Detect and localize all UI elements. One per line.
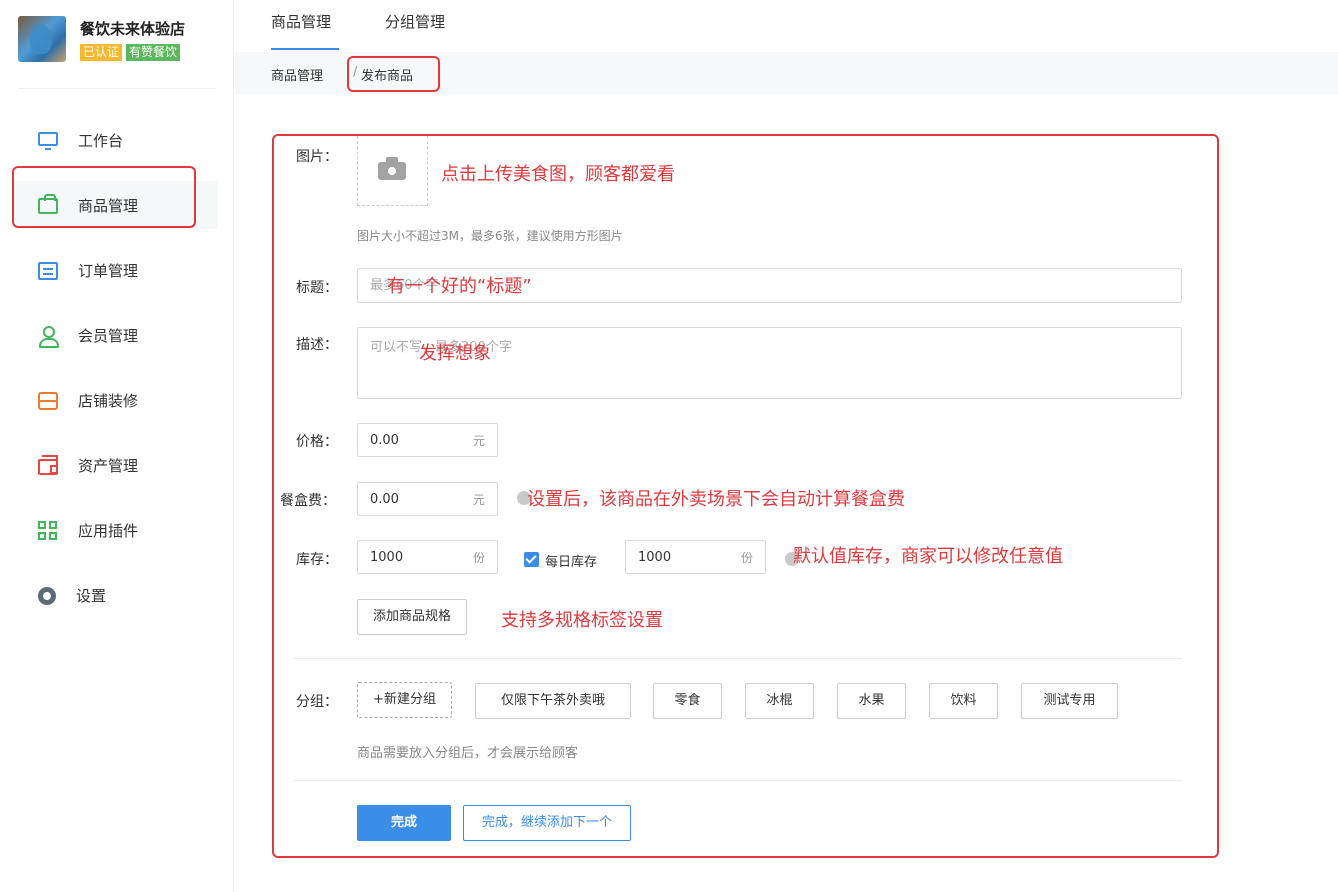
- image-label: 图片：: [296, 149, 338, 165]
- description-note: 发挥想象: [419, 343, 491, 364]
- new-group-button[interactable]: +新建分组: [357, 682, 452, 718]
- sidebar-item-settings[interactable]: 设置: [0, 563, 234, 628]
- sidebar-item-label: 店铺装修: [78, 392, 139, 410]
- stock-value: 1000: [370, 550, 404, 565]
- group-option[interactable]: 零食: [653, 683, 722, 719]
- sidebar-item-label: 资产管理: [78, 457, 139, 475]
- verified-badge: 已认证: [80, 44, 123, 61]
- store-header: 餐饮未来体验店 已认证 有赞餐饮: [18, 14, 218, 74]
- image-note: 点击上传美食图，顾客都爱看: [441, 164, 675, 185]
- daily-stock-unit: 份: [740, 551, 753, 565]
- daily-stock-value: 1000: [638, 550, 672, 565]
- add-spec-button[interactable]: 添加商品规格: [357, 599, 467, 635]
- price-label: 价格：: [296, 434, 338, 450]
- daily-stock-input[interactable]: 1000 份: [625, 540, 766, 574]
- group-option[interactable]: 仅限下午茶外卖哦: [475, 683, 631, 719]
- box-fee-value: 0.00: [370, 492, 399, 507]
- store-badges: 已认证 有赞餐饮: [80, 44, 181, 61]
- sidebar-item-workbench[interactable]: 工作台: [0, 108, 234, 173]
- box-fee-label: 餐盒费：: [280, 493, 336, 509]
- section-divider: [293, 780, 1182, 781]
- group-label: 分组：: [296, 694, 338, 710]
- group-hint: 商品需要放入分组后，才会展示给顾客: [357, 746, 579, 761]
- monitor-icon: [38, 131, 58, 150]
- group-option[interactable]: 饮料: [929, 683, 998, 719]
- stock-unit: 份: [472, 551, 485, 565]
- sidebar-divider: [18, 88, 216, 89]
- daily-stock-label: 每日库存: [545, 555, 598, 570]
- sidebar-item-label: 应用插件: [78, 522, 139, 540]
- store-icon: [38, 391, 58, 410]
- order-list-icon: [38, 261, 58, 280]
- sidebar-item-label: 会员管理: [78, 327, 139, 345]
- sidebar-item-label: 工作台: [78, 132, 124, 150]
- sidebar-item-orders[interactable]: 订单管理: [0, 238, 234, 303]
- title-label: 标题：: [296, 280, 338, 296]
- group-option[interactable]: 水果: [837, 683, 906, 719]
- camera-icon: [378, 157, 406, 180]
- stock-note: 默认值库存，商家可以修改任意值: [793, 546, 1063, 567]
- gear-icon: [36, 584, 58, 607]
- apps-icon: [38, 520, 58, 541]
- breadcrumb-products[interactable]: 商品管理: [271, 65, 323, 84]
- sidebar-item-label: 订单管理: [78, 262, 139, 280]
- box-fee-unit: 元: [472, 493, 485, 507]
- box-fee-input[interactable]: 0.00 元: [357, 482, 498, 516]
- done-continue-button[interactable]: 完成，继续添加下一个: [463, 805, 631, 841]
- sidebar-item-members[interactable]: 会员管理: [0, 303, 234, 368]
- user-icon: [38, 325, 59, 348]
- sidebar-item-plugins[interactable]: 应用插件: [0, 498, 234, 563]
- daily-stock-checkbox[interactable]: [524, 552, 539, 567]
- stock-label: 库存：: [296, 552, 338, 568]
- top-tabs: 商品管理 分组管理: [235, 0, 1338, 52]
- sidebar: 餐饮未来体验店 已认证 有赞餐饮 工作台 商品管理 订单管理 会员管理 店铺装修: [0, 0, 234, 892]
- price-input[interactable]: 0.00 元: [357, 423, 498, 457]
- sidebar-item-decoration[interactable]: 店铺装修: [0, 368, 234, 433]
- title-note: 有一个好的“标题”: [387, 276, 532, 297]
- sidebar-item-assets[interactable]: 资产管理: [0, 433, 234, 498]
- image-hint: 图片大小不超过3M，最多6张，建议使用方形图片: [357, 229, 623, 243]
- annotation-box-breadcrumb: [347, 56, 440, 92]
- price-value: 0.00: [370, 433, 399, 448]
- sidebar-item-label: 设置: [76, 587, 107, 605]
- stock-input[interactable]: 1000 份: [357, 540, 498, 574]
- store-avatar[interactable]: [18, 16, 66, 62]
- price-unit: 元: [472, 434, 485, 448]
- wallet-icon: [38, 455, 58, 475]
- description-label: 描述：: [296, 337, 338, 353]
- group-option[interactable]: 测试专用: [1021, 683, 1118, 719]
- tab-products[interactable]: 商品管理: [271, 0, 339, 50]
- image-upload[interactable]: [357, 136, 428, 206]
- tab-groups[interactable]: 分组管理: [385, 0, 445, 50]
- done-button[interactable]: 完成: [357, 805, 451, 841]
- group-option[interactable]: 冰棍: [745, 683, 814, 719]
- store-name: 餐饮未来体验店: [80, 20, 186, 38]
- spec-note: 支持多规格标签设置: [501, 610, 663, 631]
- section-divider: [293, 658, 1182, 659]
- annotation-box-sidebar: [12, 166, 196, 228]
- youzan-badge: 有赞餐饮: [126, 44, 181, 61]
- box-fee-note: 设置后，该商品在外卖场景下会自动计算餐盒费: [527, 489, 905, 510]
